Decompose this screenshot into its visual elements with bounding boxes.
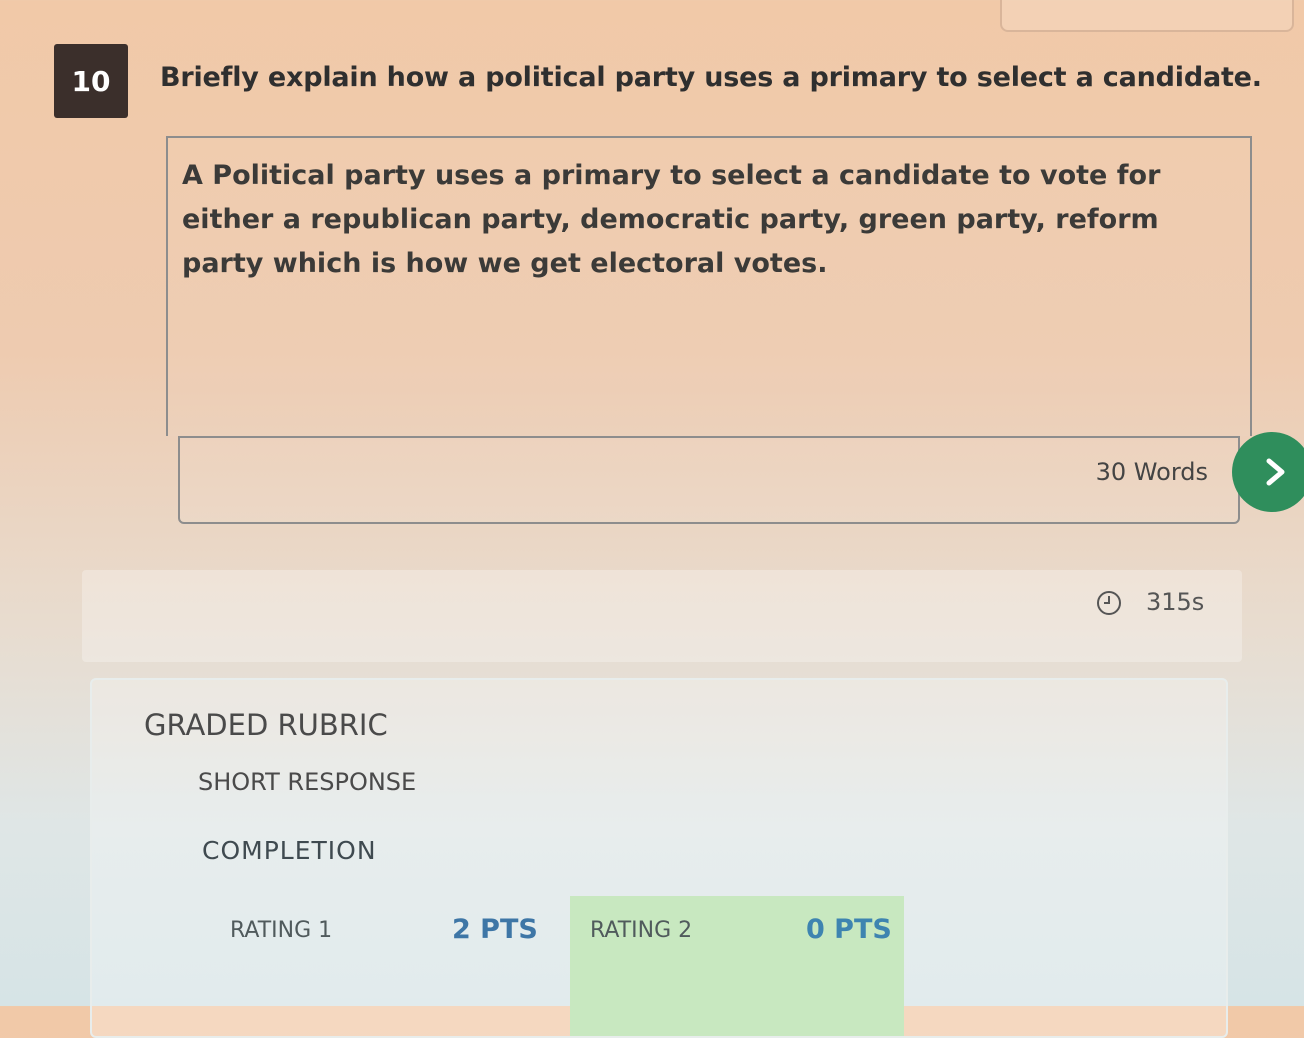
rating-points: 2 PTS <box>452 914 538 945</box>
rating-1-cell: RATING 1 2 PTS <box>212 896 562 1036</box>
rating-label: RATING 2 <box>590 918 693 943</box>
word-count-bar: 30 Words <box>178 436 1240 524</box>
timer-value: 315s <box>1146 588 1205 616</box>
next-button[interactable] <box>1232 432 1304 512</box>
top-status-pill <box>1000 0 1294 32</box>
answer-textarea[interactable]: A Political party uses a primary to sele… <box>166 136 1252 436</box>
question-number-badge: 10 <box>54 44 128 118</box>
answer-text: A Political party uses a primary to sele… <box>182 160 1161 279</box>
rating-points: 0 PTS <box>806 914 892 945</box>
timer-bar: 315s <box>82 570 1242 662</box>
rating-2-cell: RATING 2 0 PTS <box>570 896 904 1036</box>
graded-rubric-card: GRADED RUBRIC SHORT RESPONSE COMPLETION … <box>90 678 1228 1038</box>
rubric-title: GRADED RUBRIC <box>144 708 388 742</box>
rubric-type: SHORT RESPONSE <box>198 768 417 796</box>
rubric-criterion: COMPLETION <box>202 836 377 865</box>
chevron-right-icon <box>1266 458 1285 486</box>
word-count: 30 Words <box>1095 458 1208 486</box>
clock-icon <box>1097 591 1121 615</box>
rating-label: RATING 1 <box>230 918 333 943</box>
question-prompt: Briefly explain how a political party us… <box>160 62 1262 93</box>
